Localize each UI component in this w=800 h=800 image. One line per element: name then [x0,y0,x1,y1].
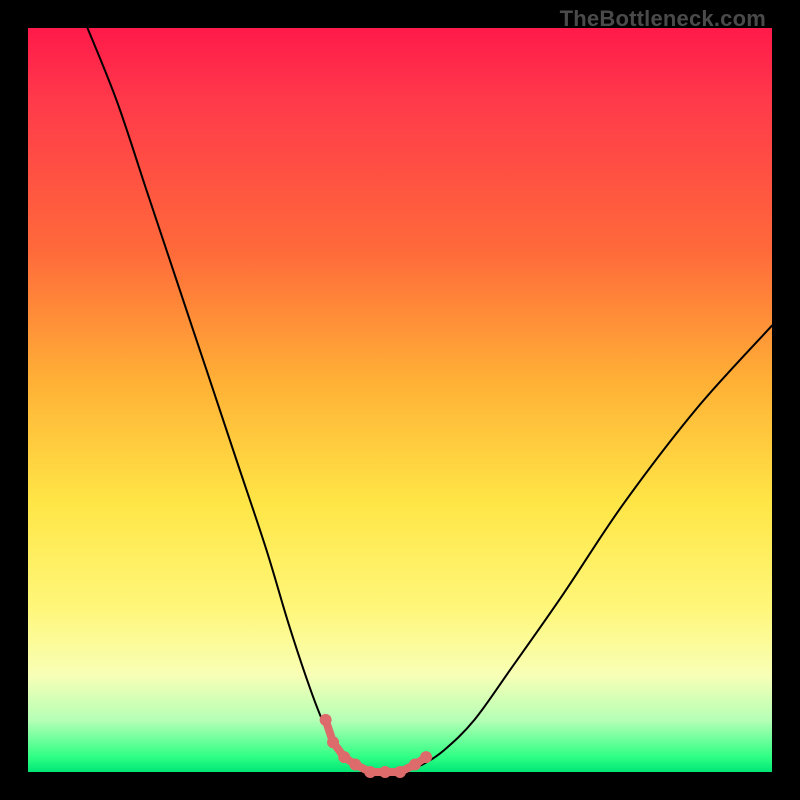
sweet-spot-dot [420,751,432,763]
sweet-spot-dot [379,766,391,778]
sweet-spot-dot [327,736,339,748]
sweet-spot-dot [364,766,376,778]
sweet-spot-markers [320,714,432,778]
plot-area [28,28,772,772]
curve-layer [28,28,772,772]
sweet-spot-dot [338,751,350,763]
chart-frame: TheBottleneck.com [0,0,800,800]
watermark-text: TheBottleneck.com [560,6,766,32]
bottleneck-curve [88,28,773,773]
sweet-spot-dot [349,759,361,771]
sweet-spot-dot [320,714,332,726]
sweet-spot-dot [394,766,406,778]
sweet-spot-dot [409,759,421,771]
